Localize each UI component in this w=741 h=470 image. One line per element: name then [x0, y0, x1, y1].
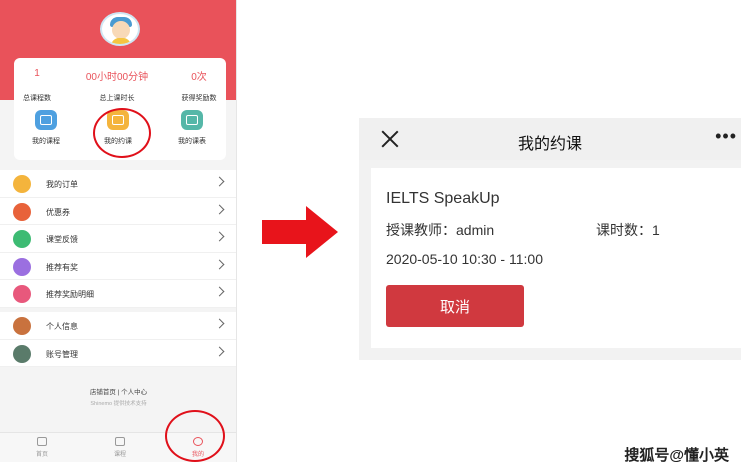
gift-icon [13, 257, 31, 276]
menu-item-reward-details[interactable]: 推荐奖励明细 [0, 280, 236, 308]
person-icon [13, 317, 31, 335]
quick-my-timetable[interactable]: 我的课表 [162, 110, 222, 146]
yen-icon [13, 175, 31, 193]
menu-item-feedback[interactable]: 课堂反馈 [0, 225, 236, 253]
tab-home[interactable]: 首页 [22, 437, 62, 458]
cancel-button[interactable]: 取消 [386, 285, 524, 327]
menu-item-coupons[interactable]: 优惠券 [0, 198, 236, 225]
footer-links[interactable]: 店铺首页 | 个人中心 [0, 386, 236, 396]
course-icon [115, 437, 125, 446]
menu-item-account[interactable]: 账号管理 [0, 340, 236, 367]
menu-item-orders[interactable]: 我的订单 [0, 170, 236, 198]
gear-icon [13, 344, 31, 363]
chevron-right-icon [214, 176, 225, 187]
more-icon[interactable]: ••• [715, 126, 737, 147]
appointment-screen: 我的约课 ••• IELTS SpeakUp 授课教师：admin 课时数：1 … [359, 118, 741, 360]
appointment-card: IELTS SpeakUp 授课教师：admin 课时数：1 2020-05-1… [371, 168, 741, 348]
avatar[interactable] [100, 12, 140, 46]
book-icon [35, 110, 57, 130]
menu-group-2: 个人信息 账号管理 [0, 312, 236, 367]
menu-item-referral[interactable]: 推荐有奖 [0, 253, 236, 280]
menu-group-1: 我的订单 优惠券 课堂反馈 推荐有奖 推荐奖励明细 [0, 170, 236, 308]
stat-total-duration: 00小时00分钟 总上课时长 [85, 72, 149, 102]
menu-item-personal-info[interactable]: 个人信息 [0, 312, 236, 340]
phone-screen-profile: 1 总课程数 00小时00分钟 总上课时长 0次 获得奖励数 我的课程 我的约课… [0, 0, 237, 462]
nav-bar: 我的约课 ••• [359, 118, 741, 160]
red-arrow-icon [262, 206, 338, 258]
home-icon [37, 437, 47, 446]
chevron-right-icon [214, 318, 225, 329]
quick-my-courses[interactable]: 我的课程 [16, 110, 76, 146]
chevron-right-icon [214, 346, 225, 356]
chevron-right-icon [214, 231, 225, 242]
chevron-right-icon [214, 204, 225, 214]
powered-by: Shinemo 提供技术支持 [90, 401, 147, 407]
highlight-ring-mine-tab [165, 410, 225, 462]
feedback-icon [13, 230, 31, 248]
page-title: 我的约课 [517, 136, 582, 153]
class-hours: 课时数：1 [596, 222, 660, 238]
reward-detail-icon [13, 285, 31, 303]
tab-course[interactable]: 课程 [100, 437, 140, 458]
class-time: 2020-05-10 10:30 - 11:00 [386, 251, 543, 267]
highlight-ring-appointments [93, 108, 151, 158]
timetable-icon [181, 110, 203, 130]
chevron-right-icon [214, 286, 225, 297]
coupon-icon [13, 202, 31, 221]
teacher-info: 授课教师：admin [386, 222, 495, 238]
stat-rewards: 0次 获得奖励数 [181, 72, 217, 102]
stat-total-courses: 1 总课程数 [23, 68, 51, 102]
chevron-right-icon [214, 259, 225, 269]
course-name: IELTS SpeakUp [386, 190, 500, 207]
watermark: 搜狐号@懂小英 [624, 447, 729, 464]
